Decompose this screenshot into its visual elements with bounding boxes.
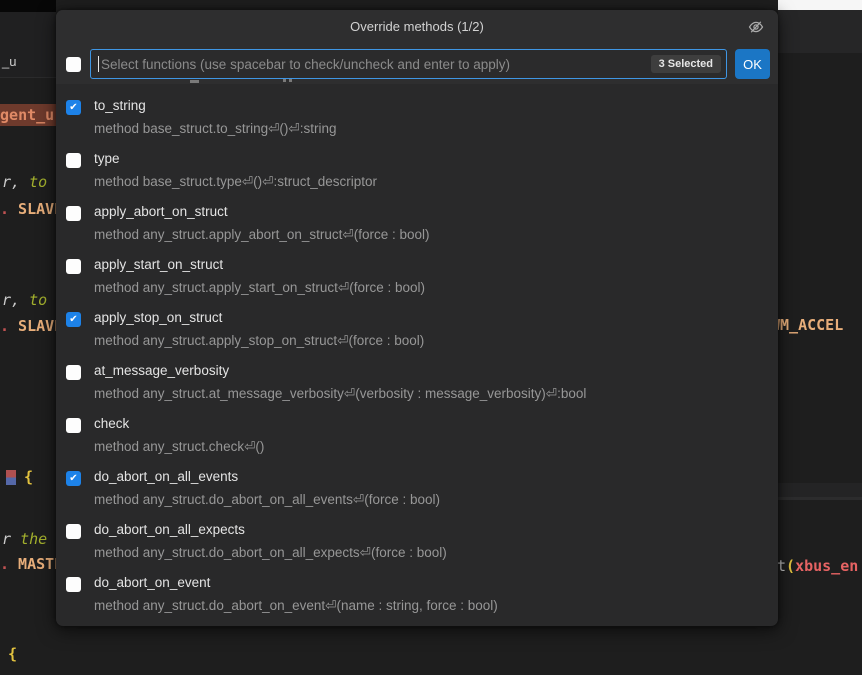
method-name: to_string xyxy=(94,97,336,114)
method-checkbox[interactable]: ✔ xyxy=(66,471,81,486)
clipped-row-fragment xyxy=(289,79,292,82)
search-placeholder: Select functions (use spacebar to check/… xyxy=(101,57,651,72)
method-list-item[interactable]: do_abort_on_all_expects method any_struc… xyxy=(56,514,778,567)
method-checkbox[interactable] xyxy=(66,577,81,592)
editor-line-band xyxy=(778,483,862,497)
method-name: apply_abort_on_struct xyxy=(94,203,430,220)
eye-off-icon[interactable] xyxy=(747,18,765,36)
method-list-item[interactable]: ✔ do_abort_on_all_events method any_stru… xyxy=(56,461,778,514)
method-name: at_message_verbosity xyxy=(94,362,586,379)
method-list-item[interactable]: apply_start_on_struct method any_struct.… xyxy=(56,249,778,302)
method-signature: method any_struct.apply_abort_on_struct⏎… xyxy=(94,226,430,243)
code-fragment-comment: r the xyxy=(2,529,47,549)
method-list-item[interactable]: apply_abort_on_struct method any_struct.… xyxy=(56,196,778,249)
code-fragment-xbus: t(xbus_en xyxy=(777,556,858,576)
filter-row: Select functions (use spacebar to check/… xyxy=(56,42,778,84)
inline-decoration xyxy=(6,470,16,485)
top-right-strip xyxy=(778,0,862,10)
selected-count-badge: 3 Selected xyxy=(651,55,721,73)
method-checkbox[interactable] xyxy=(66,206,81,221)
method-checkbox[interactable] xyxy=(66,418,81,433)
code-fragment-comment: r, to xyxy=(2,172,47,192)
method-list-item[interactable]: do_abort_on_event method any_struct.do_a… xyxy=(56,567,778,620)
method-checkbox[interactable]: ✔ xyxy=(66,100,81,115)
method-signature: method any_struct.do_abort_on_all_expect… xyxy=(94,544,447,561)
method-list: ✔ to_string method base_struct.to_string… xyxy=(56,84,778,620)
menu-bar-strip xyxy=(0,0,56,12)
method-list-item[interactable]: type method base_struct.type⏎()⏎:struct_… xyxy=(56,143,778,196)
editor-tab-label[interactable]: _u xyxy=(2,54,16,69)
method-checkbox[interactable] xyxy=(66,153,81,168)
method-name: check xyxy=(94,415,264,432)
method-signature: method any_struct.apply_start_on_struct⏎… xyxy=(94,279,425,296)
method-signature: method any_struct.at_message_verbosity⏎(… xyxy=(94,385,586,402)
method-list-item[interactable]: check method any_struct.check⏎() xyxy=(56,408,778,461)
method-signature: method any_struct.apply_stop_on_struct⏎(… xyxy=(94,332,424,349)
text-caret xyxy=(98,56,99,72)
method-signature: method any_struct.do_abort_on_all_events… xyxy=(94,491,440,508)
method-list-item[interactable]: ✔ apply_stop_on_struct method any_struct… xyxy=(56,302,778,355)
method-signature: method any_struct.do_abort_on_event⏎(nam… xyxy=(94,597,498,614)
code-fragment-brace: { xyxy=(8,644,17,664)
code-fragment-brace: { xyxy=(24,467,33,487)
code-fragment-slave: . SLAVE xyxy=(0,199,63,219)
override-methods-dialog: Override methods (1/2) Select functions … xyxy=(56,10,778,626)
clipped-row-fragment xyxy=(283,79,286,82)
method-name: do_abort_on_event xyxy=(94,574,498,591)
method-checkbox[interactable] xyxy=(66,365,81,380)
method-checkbox[interactable] xyxy=(66,524,81,539)
dialog-title: Override methods (1/2) xyxy=(350,19,484,34)
method-list-item[interactable]: ✔ to_string method base_struct.to_string… xyxy=(56,90,778,143)
code-fragment-slave: . SLAVE xyxy=(0,316,63,336)
code-fragment-comment: r, to xyxy=(2,290,47,310)
method-name: apply_stop_on_struct xyxy=(94,309,424,326)
method-checkbox[interactable]: ✔ xyxy=(66,312,81,327)
dialog-title-bar: Override methods (1/2) xyxy=(56,10,778,42)
clipped-row-fragment xyxy=(190,80,199,83)
method-name: type xyxy=(94,150,377,167)
method-signature: method base_struct.type⏎()⏎:struct_descr… xyxy=(94,173,377,190)
editor-tab-bar-right xyxy=(778,10,862,53)
code-fragment-wm-accel: WM_ACCEL xyxy=(771,315,843,335)
method-checkbox[interactable] xyxy=(66,259,81,274)
method-list-item[interactable]: at_message_verbosity method any_struct.a… xyxy=(56,355,778,408)
method-name: apply_start_on_struct xyxy=(94,256,425,273)
search-input[interactable]: Select functions (use spacebar to check/… xyxy=(90,49,727,79)
method-signature: method base_struct.to_string⏎()⏎:string xyxy=(94,120,336,137)
editor-line-band xyxy=(778,497,862,500)
ok-button[interactable]: OK xyxy=(735,49,770,79)
method-name: do_abort_on_all_events xyxy=(94,468,440,485)
select-all-checkbox[interactable] xyxy=(66,57,81,72)
method-signature: method any_struct.check⏎() xyxy=(94,438,264,455)
method-name: do_abort_on_all_expects xyxy=(94,521,447,538)
